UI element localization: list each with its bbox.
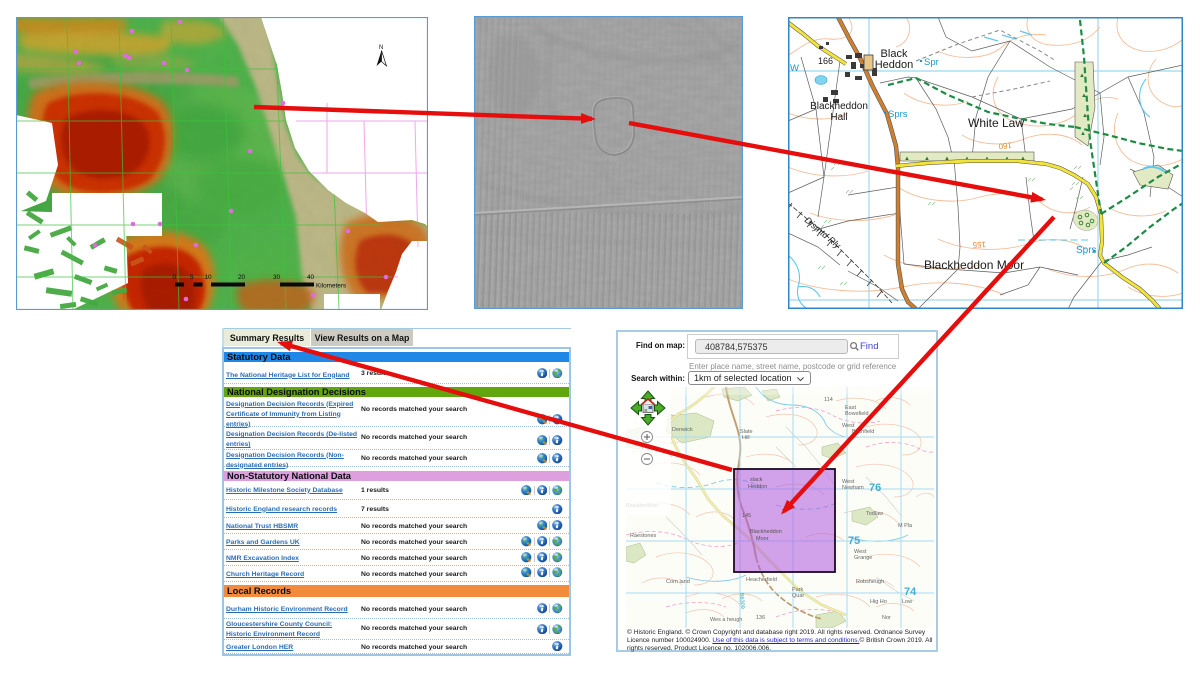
svg-text:Blackheddon: Blackheddon bbox=[810, 101, 868, 112]
svg-text:Spr: Spr bbox=[924, 57, 939, 68]
svg-text:Blackheddon: Blackheddon bbox=[750, 529, 782, 535]
svg-text:30: 30 bbox=[273, 274, 281, 281]
svg-text:Hill: Hill bbox=[742, 435, 750, 441]
svg-text:155: 155 bbox=[972, 240, 986, 249]
svg-text:Denwick: Denwick bbox=[672, 427, 693, 433]
svg-text:Grange: Grange bbox=[854, 555, 872, 561]
svg-text:▲: ▲ bbox=[1080, 131, 1086, 137]
svg-text:Nor: Nor bbox=[882, 615, 891, 621]
svg-text:75: 75 bbox=[848, 535, 860, 547]
svg-text:Heddon: Heddon bbox=[875, 59, 914, 71]
svg-text:Kilometers: Kilometers bbox=[316, 283, 346, 290]
svg-text:Corn land: Corn land bbox=[666, 579, 690, 585]
svg-text:Todlaw: Todlaw bbox=[866, 511, 883, 517]
svg-text:20: 20 bbox=[238, 274, 246, 281]
svg-text:40: 40 bbox=[307, 274, 315, 281]
svg-text:145: 145 bbox=[742, 513, 751, 519]
svg-text:10: 10 bbox=[205, 274, 213, 281]
svg-text:Hall: Hall bbox=[830, 112, 847, 123]
svg-text:114: 114 bbox=[824, 397, 833, 403]
svg-text:160: 160 bbox=[998, 141, 1013, 151]
svg-text:Low: Low bbox=[902, 599, 912, 605]
svg-text:Bitchfield: Bitchfield bbox=[852, 429, 874, 435]
svg-text:Hig Ho: Hig Ho bbox=[870, 599, 887, 605]
svg-text:76: 76 bbox=[869, 482, 881, 494]
svg-text:166: 166 bbox=[818, 56, 833, 66]
svg-text:B6309: B6309 bbox=[738, 593, 745, 609]
svg-text:M Pla: M Pla bbox=[898, 523, 913, 529]
svg-text:Newham: Newham bbox=[842, 485, 864, 491]
svg-text:Raestones: Raestones bbox=[630, 533, 657, 539]
svg-text:▲: ▲ bbox=[1079, 73, 1085, 79]
svg-text:Sprs: Sprs bbox=[888, 109, 908, 120]
svg-text:Blackheddon Moor: Blackheddon Moor bbox=[924, 258, 1024, 272]
svg-text:74: 74 bbox=[904, 586, 917, 598]
svg-text:Heddon: Heddon bbox=[748, 484, 767, 490]
svg-text:Moor: Moor bbox=[756, 536, 769, 542]
svg-text:Heacherfield: Heacherfield bbox=[746, 577, 777, 583]
svg-text:▲: ▲ bbox=[904, 156, 910, 162]
svg-text:slack: slack bbox=[750, 477, 763, 483]
svg-text:Quar: Quar bbox=[792, 593, 804, 599]
svg-text:5: 5 bbox=[190, 274, 194, 281]
svg-text:N: N bbox=[379, 45, 383, 51]
svg-text:W: W bbox=[790, 63, 799, 74]
svg-text:Robsheugh: Robsheugh bbox=[856, 579, 884, 585]
svg-text:136: 136 bbox=[756, 615, 765, 621]
svg-text:Bowsfield: Bowsfield bbox=[845, 411, 869, 417]
svg-text:White Law: White Law bbox=[968, 116, 1024, 130]
svg-text:Wes a heugh: Wes a heugh bbox=[710, 617, 742, 623]
svg-text:0: 0 bbox=[173, 274, 177, 281]
